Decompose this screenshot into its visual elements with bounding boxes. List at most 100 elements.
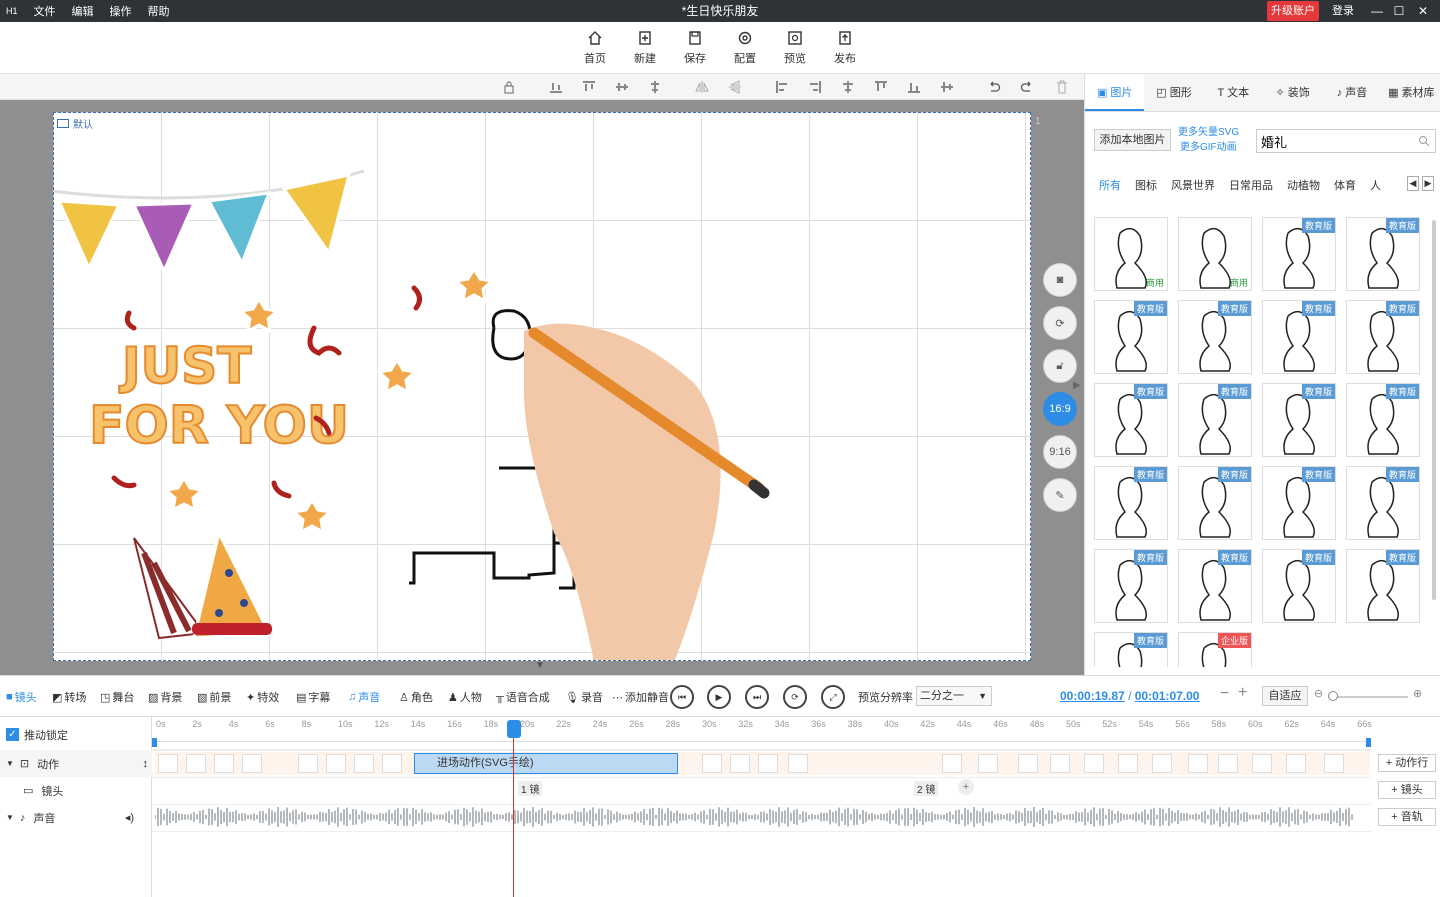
search-input[interactable] [1261,130,1411,152]
search-icon[interactable] [1417,134,1431,148]
minimize-icon[interactable]: — [1366,0,1388,22]
image-thumbnail[interactable]: 教育版 [1262,466,1336,540]
action-clip[interactable] [326,754,346,773]
image-thumbnail[interactable]: 教育版 [1178,383,1252,457]
track-camera[interactable]: ▭ 镜头 [0,777,152,804]
zoom-plus-icon[interactable]: + [1238,684,1247,702]
image-thumbnail[interactable]: 教育版 [1346,300,1420,374]
align-center-icon[interactable] [648,80,662,94]
action-clip[interactable] [1324,754,1344,773]
action-clip[interactable] [1286,754,1306,773]
redo-icon[interactable] [1020,80,1034,94]
playhead-handle[interactable] [507,720,521,738]
action-clip[interactable] [1252,754,1272,773]
camera-clip-1[interactable]: 1 镜 [518,781,543,796]
action-clip[interactable] [158,754,178,773]
add-camera-button[interactable]: + 镜头 [1378,781,1436,799]
add-camera-icon[interactable]: + [958,779,974,795]
range-end-handle[interactable] [1366,738,1371,747]
align-top-icon[interactable] [582,80,596,94]
category-all[interactable]: 所有 [1099,177,1121,193]
unlock-button[interactable]: 🔓︎ [1043,349,1077,383]
action-clip[interactable] [382,754,402,773]
prev-frame-button[interactable]: ⏮︎ [670,685,694,709]
publish-button[interactable]: 发布 [830,28,860,66]
category-daily[interactable]: 日常用品 [1229,177,1273,193]
action-clip[interactable] [1084,754,1104,773]
rotate-button[interactable]: ⟳ [1043,306,1077,340]
play-button[interactable]: ▶ [707,685,731,709]
tts-button[interactable]: ╥ 语音合成 [496,689,550,705]
action-clip[interactable] [298,754,318,773]
category-sports[interactable]: 体育 [1334,177,1356,193]
stage-button[interactable]: ◳ 舞台 [100,689,134,705]
transition-button[interactable]: ◩ 转场 [52,689,86,705]
flip-horizontal-icon[interactable] [695,80,709,94]
main-action-clip[interactable]: 进场动作(SVG手绘) [414,753,678,774]
align-middle-icon[interactable] [615,80,629,94]
lock-icon[interactable] [502,80,516,94]
image-thumbnail[interactable]: 教育版 [1346,549,1420,623]
action-clip[interactable] [354,754,374,773]
action-clip[interactable] [730,754,750,773]
action-clip[interactable] [186,754,206,773]
action-clip[interactable] [242,754,262,773]
image-thumbnail[interactable]: 教育版 [1178,466,1252,540]
action-clip[interactable] [1188,754,1208,773]
image-thumbnail[interactable]: 商用 [1178,217,1252,291]
image-thumbnail[interactable]: 教育版 [1094,300,1168,374]
distribute-center-icon[interactable] [841,80,855,94]
fullscreen-button[interactable]: ⤢ [821,685,845,709]
playhead[interactable] [513,721,514,897]
collapse-panel-icon[interactable]: ▶ [1073,380,1081,391]
foreground-button[interactable]: ▧ 前景 [197,689,231,705]
undo-icon[interactable] [987,80,1001,94]
sound-button[interactable]: ♫ 声音 [348,689,380,705]
action-track-content[interactable]: 进场动作(SVG手绘) [155,752,1370,775]
tab-sound[interactable]: ♪ 声音 [1322,74,1381,111]
menu-file[interactable]: 文件 [34,3,56,19]
add-audio-track-button[interactable]: + 音轨 [1378,808,1436,826]
image-thumbnail[interactable]: 教育版 [1178,300,1252,374]
loop-button[interactable]: ⟳ [783,685,807,709]
new-button[interactable]: 新建 [630,28,660,66]
image-thumbnail[interactable]: 教育版 [1094,632,1168,667]
track-action[interactable]: ▼ ⊡ 动作 ↕ [0,750,152,777]
audio-waveform[interactable] [155,805,1355,829]
camera-button[interactable]: ■ 镜头 [6,689,37,705]
category-animals-plants[interactable]: 动植物 [1287,177,1320,193]
action-clip[interactable] [1050,754,1070,773]
menu-help[interactable]: 帮助 [148,3,170,19]
panel-scrollbar[interactable] [1432,220,1436,600]
action-clip[interactable] [702,754,722,773]
sort-icon[interactable]: ↕ [143,758,149,770]
time-ruler[interactable]: 0s 2s 4s 6s 8s 10s 12s 14s 16s 18s 20s 22s 24s 26s 28s… [152,717,1372,750]
action-clip[interactable] [1018,754,1038,773]
action-clip[interactable] [978,754,998,773]
image-thumbnail[interactable]: 商用 [1094,217,1168,291]
tab-text[interactable]: T 文本 [1204,74,1263,111]
ratio-16-9-button[interactable]: 16:9 [1043,392,1077,426]
zoom-minus-icon[interactable]: − [1220,685,1229,703]
zoom-slider[interactable] [1330,696,1408,698]
preview-button[interactable]: 预览 [780,28,810,66]
image-thumbnail[interactable]: 教育版 [1346,466,1420,540]
image-thumbnail[interactable]: 企业版 [1178,632,1252,667]
action-clip[interactable] [942,754,962,773]
menu-edit[interactable]: 编辑 [72,3,94,19]
action-clip[interactable] [1152,754,1172,773]
screenshot-button[interactable]: ◙ [1043,263,1077,297]
tab-images[interactable]: ▣ 图片 [1085,74,1145,111]
image-thumbnail[interactable]: 教育版 [1178,549,1252,623]
align-bottom-icon[interactable] [549,80,563,94]
action-clip[interactable] [758,754,778,773]
resolution-select[interactable]: 二分之一 ▼ [916,686,992,706]
chevron-right-icon[interactable]: ▶ [1422,176,1434,191]
save-button[interactable]: 保存 [680,28,710,66]
login-button[interactable]: 登录 [1332,0,1354,22]
collapse-timeline-icon[interactable]: ▼ [535,660,545,671]
maximize-icon[interactable]: ☐ [1388,0,1410,22]
distribute-vertical-icon[interactable] [940,80,954,94]
image-thumbnail[interactable]: 教育版 [1262,549,1336,623]
image-thumbnail[interactable]: 教育版 [1346,217,1420,291]
